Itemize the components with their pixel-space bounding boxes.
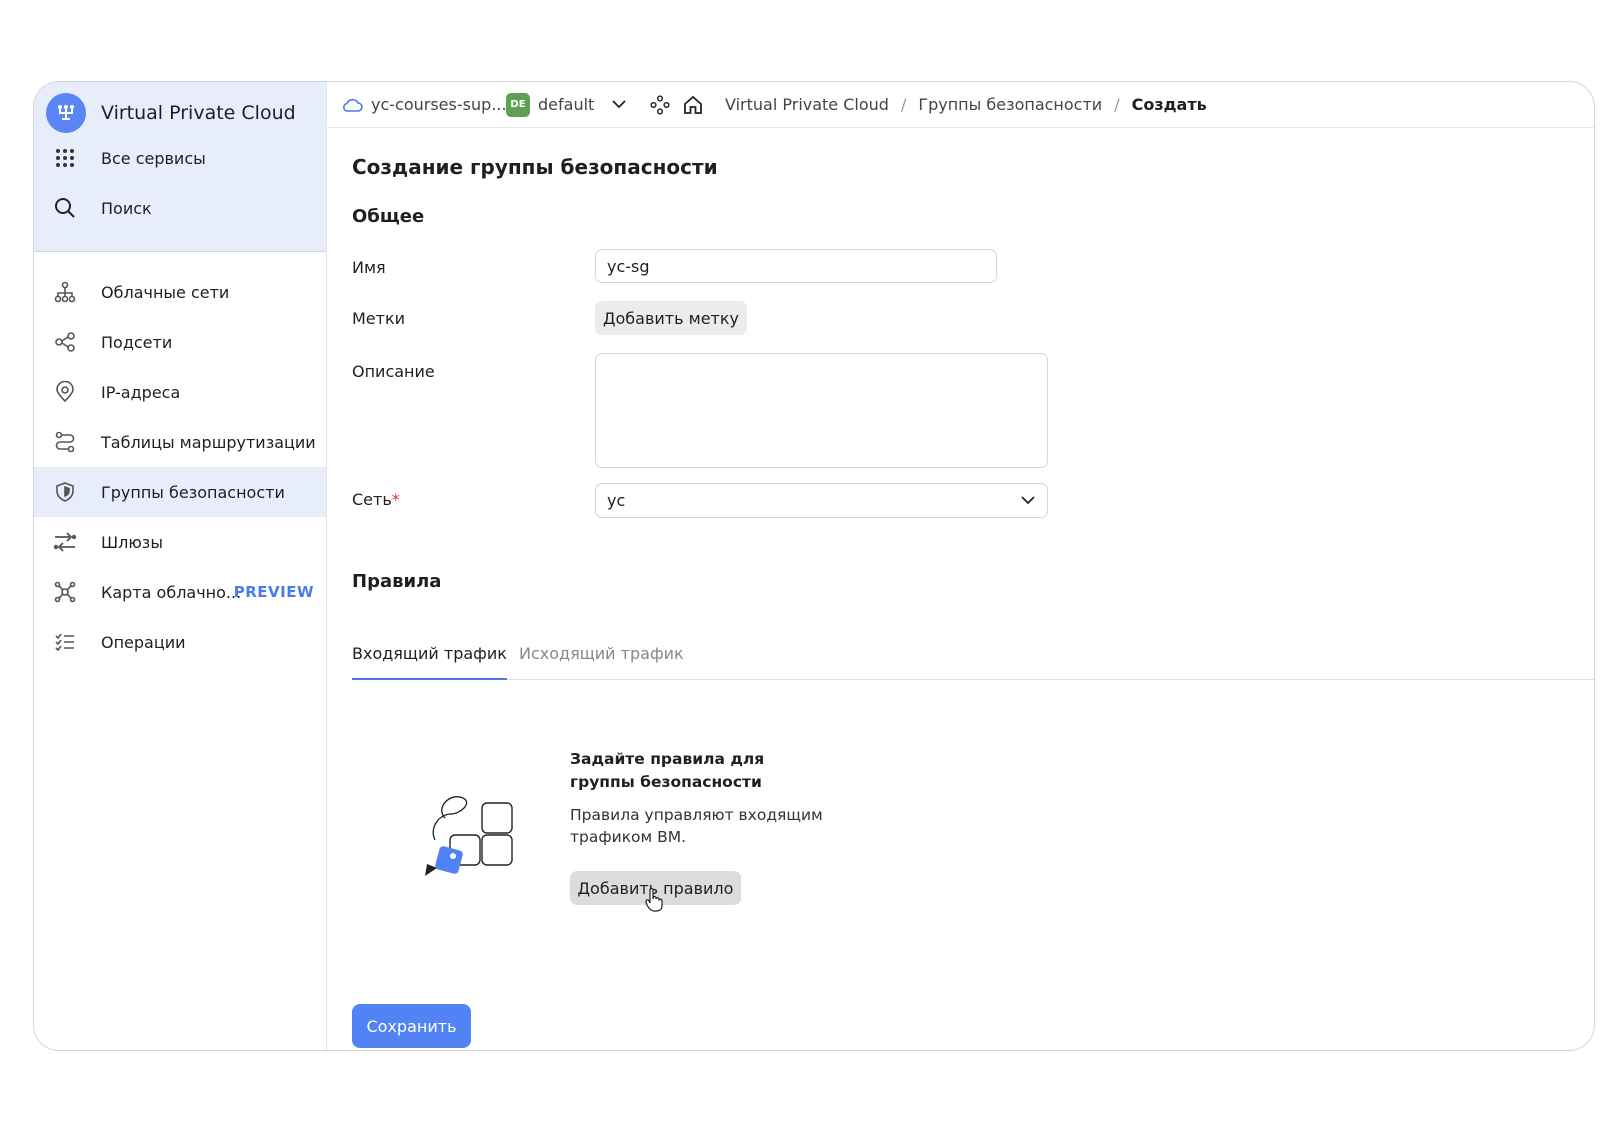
arrows-icon	[53, 530, 77, 554]
location-pin-icon	[53, 380, 77, 404]
main-content: Создание группы безопасности Общее Имя М…	[327, 128, 1594, 1050]
breadcrumb: Virtual Private Cloud / Группы безопасно…	[725, 95, 1207, 114]
search-icon	[53, 196, 77, 220]
tab-outgoing[interactable]: Исходящий трафик	[519, 644, 684, 680]
sidebar-item-label: Подсети	[101, 332, 173, 352]
sidebar-item-subnets[interactable]: Подсети	[34, 317, 326, 367]
chevron-down-icon	[1021, 496, 1035, 505]
network-label-text: Сеть	[352, 490, 392, 509]
all-services-button[interactable]: Все сервисы	[34, 135, 326, 181]
breadcrumb-separator: /	[1114, 95, 1120, 114]
route-icon	[53, 430, 77, 454]
sidebar-item-label: IP-адреса	[101, 382, 181, 402]
top-bar: yc-courses-sup... DE default Virtual Pri…	[327, 82, 1594, 128]
hand-cursor-icon	[645, 887, 663, 916]
sidebar-item-label: Операции	[101, 632, 186, 652]
app-title: Virtual Private Cloud	[101, 102, 296, 124]
search-label: Поиск	[101, 198, 152, 218]
search-button[interactable]: Поиск	[34, 185, 326, 231]
sidebar-item-route-tables[interactable]: Таблицы маршрутизации	[34, 417, 326, 467]
map-nodes-icon	[53, 580, 77, 604]
rules-section-title: Правила	[352, 571, 442, 592]
chevron-down-icon	[612, 100, 626, 109]
sidebar-item-cloud-map[interactable]: Карта облачно... PREVIEW	[34, 567, 326, 617]
folder-badge: DE	[506, 92, 530, 117]
save-button[interactable]: Сохранить	[352, 1004, 471, 1048]
sidebar-item-label: Шлюзы	[101, 532, 163, 552]
subnet-icon	[53, 330, 77, 354]
preview-badge: PREVIEW	[233, 583, 314, 601]
network-select[interactable]: yc	[595, 483, 1048, 518]
page-title: Создание группы безопасности	[352, 155, 718, 179]
sidebar-item-ip-addresses[interactable]: IP-адреса	[34, 367, 326, 417]
rules-illustration-icon	[415, 788, 515, 878]
traffic-tabs: Входящий трафик Исходящий трафик	[352, 644, 1594, 680]
add-label-button[interactable]: Добавить метку	[595, 301, 747, 335]
general-section-title: Общее	[352, 206, 425, 227]
sidebar-item-label: Группы безопасности	[101, 482, 285, 502]
required-mark: *	[391, 490, 400, 509]
tab-incoming[interactable]: Входящий трафик	[352, 644, 507, 680]
sidebar-item-operations[interactable]: Операции	[34, 617, 326, 667]
sidebar-item-label: Облачные сети	[101, 282, 230, 302]
cloud-selector[interactable]: yc-courses-sup...	[341, 95, 507, 114]
cloud-name: yc-courses-sup...	[371, 95, 507, 114]
all-services-label: Все сервисы	[101, 148, 206, 168]
sidebar-header: Virtual Private Cloud Все сервисы Поиск	[34, 82, 326, 252]
empty-state-description: Правила управляют входящим трафиком ВМ.	[570, 806, 823, 846]
empty-state-title: Задайте правила для группы безопасности	[570, 750, 765, 791]
resource-map-icon[interactable]	[650, 94, 670, 115]
labels-label: Метки	[352, 309, 406, 328]
breadcrumb-security-groups[interactable]: Группы безопасности	[918, 95, 1102, 114]
description-label: Описание	[352, 362, 435, 381]
folder-name: default	[538, 95, 595, 114]
folder-selector[interactable]: DE default	[506, 92, 626, 117]
home-icon[interactable]	[683, 95, 703, 115]
vpc-logo-icon[interactable]	[46, 93, 86, 133]
network-label: Сеть*	[352, 490, 400, 509]
cloud-icon	[341, 97, 363, 113]
list-icon	[53, 630, 77, 654]
sidebar: Virtual Private Cloud Все сервисы Поиск …	[34, 82, 327, 1050]
sidebar-item-cloud-networks[interactable]: Облачные сети	[34, 267, 326, 317]
network-icon	[53, 280, 77, 304]
sidebar-item-label: Карта облачно...	[101, 582, 242, 602]
sidebar-nav: Облачные сети Подсети IP-адреса Таблицы …	[34, 267, 326, 667]
breadcrumb-create: Создать	[1131, 95, 1207, 114]
console-window: Virtual Private Cloud Все сервисы Поиск …	[33, 81, 1595, 1051]
name-input[interactable]	[595, 249, 997, 283]
name-label: Имя	[352, 258, 386, 277]
grid-icon	[53, 146, 77, 170]
network-select-value: yc	[607, 491, 626, 510]
sidebar-item-label: Таблицы маршрутизации	[101, 432, 316, 452]
breadcrumb-separator: /	[900, 95, 907, 114]
sidebar-item-gateways[interactable]: Шлюзы	[34, 517, 326, 567]
shield-icon	[53, 480, 77, 504]
breadcrumb-vpc[interactable]: Virtual Private Cloud	[725, 95, 889, 114]
sidebar-item-security-groups[interactable]: Группы безопасности	[34, 467, 326, 517]
description-textarea[interactable]	[595, 353, 1048, 468]
